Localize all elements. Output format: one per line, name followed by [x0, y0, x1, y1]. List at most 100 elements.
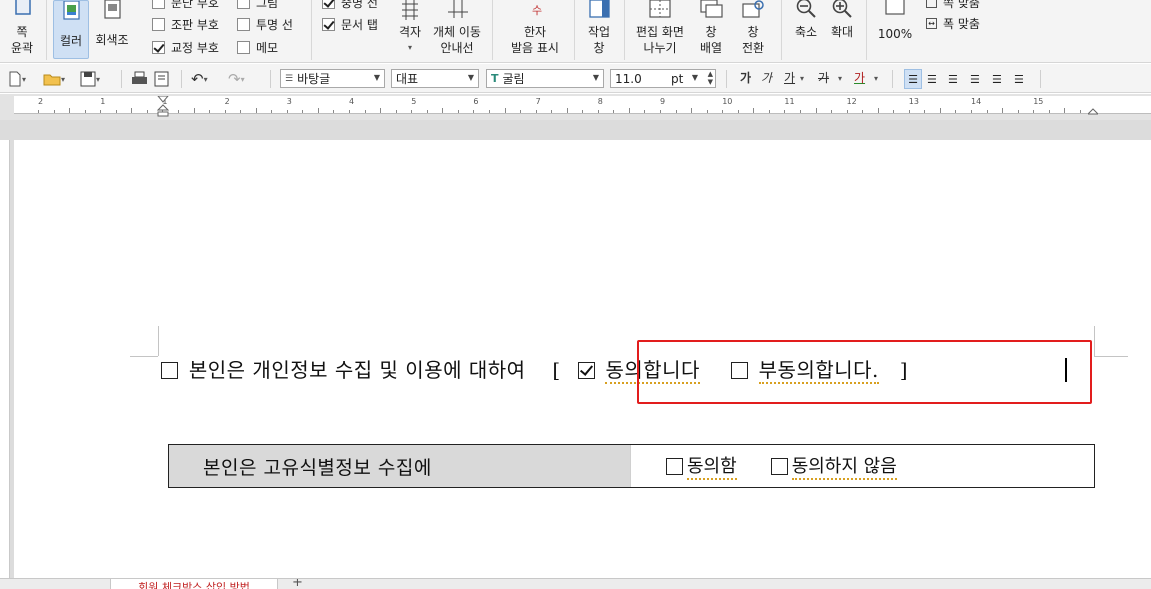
- zoom-out-button[interactable]: 축소: [790, 0, 822, 59]
- window-switch-button[interactable]: 창 전환: [735, 0, 771, 59]
- outline-view-label-1: 쪽: [16, 25, 28, 39]
- check-label: 조판 부호: [171, 17, 219, 32]
- align-right-icon: ☰: [970, 72, 980, 86]
- chevron-down-icon[interactable]: ▾: [838, 74, 842, 83]
- print-button[interactable]: [131, 69, 148, 89]
- fit-width-button[interactable]: ↔ 폭 맞춤: [926, 15, 980, 31]
- consent-checkbox[interactable]: [161, 362, 178, 379]
- hanja-pronunciation-button[interactable]: 수 한자 발음 표시: [504, 0, 566, 59]
- checkbox[interactable]: [152, 17, 165, 31]
- ruler-number: 7: [535, 97, 541, 106]
- split-distribute-button[interactable]: ☰: [1014, 69, 1024, 89]
- ruler-tick: [737, 110, 739, 113]
- underline-button[interactable]: 가: [784, 69, 795, 86]
- agree-checkbox-checked[interactable]: [577, 362, 595, 379]
- right-indent-marker-icon[interactable]: [1088, 106, 1098, 116]
- ruler-tick: [597, 110, 599, 113]
- table-option-cell[interactable]: 동의함 동의하지 않음: [631, 445, 1094, 487]
- zoom-100-button[interactable]: 100%: [874, 0, 916, 59]
- ruler-tick: [38, 110, 39, 113]
- align-right-button[interactable]: ☰: [970, 69, 980, 89]
- check-picture[interactable]: 그림: [237, 0, 278, 10]
- chevron-down-icon: ▼: [592, 73, 599, 82]
- ruler-tick: [271, 110, 273, 113]
- checkbox-checked[interactable]: [322, 17, 335, 31]
- checkbox[interactable]: [237, 40, 250, 54]
- split-distribute-icon: ☰: [1014, 72, 1024, 86]
- window-arrange-button[interactable]: 창 배열: [694, 0, 728, 59]
- ruler-tick: [69, 108, 71, 113]
- open-document-button[interactable]: ▾: [43, 69, 65, 89]
- checkbox[interactable]: [152, 0, 165, 9]
- check-memo[interactable]: 메모: [237, 39, 278, 55]
- redo-button[interactable]: ↷ ▾: [228, 69, 245, 89]
- color-view-button[interactable]: 컬러: [53, 0, 89, 59]
- ruler-tick: [255, 108, 257, 113]
- split-view-label-1: 편집 화면: [636, 25, 684, 39]
- check-doc-tab[interactable]: 문서 탭: [322, 16, 378, 32]
- table-disagree-label: 동의하지 않음: [791, 452, 897, 480]
- align-center-button[interactable]: ☰: [948, 69, 958, 89]
- font-size-value: 11.0: [615, 71, 642, 86]
- table-agree-label: 동의함: [687, 452, 737, 480]
- chevron-down-icon: ▾: [22, 74, 27, 84]
- ruler-tick: [831, 110, 833, 113]
- new-document-button[interactable]: ▾: [8, 69, 26, 89]
- ruler-tick: [722, 110, 724, 113]
- grayscale-view-label: 회색조: [95, 33, 129, 47]
- document-tab[interactable]: 회원 체크박스 삽입 방법: [110, 579, 278, 589]
- ruler-tick: [100, 110, 102, 113]
- style-select[interactable]: ☰ 바탕글 ▼: [280, 69, 385, 88]
- chevron-down-icon[interactable]: ▾: [874, 74, 878, 83]
- check-transparent-line[interactable]: 투명 선: [237, 16, 293, 32]
- language-value: 대표: [396, 72, 419, 86]
- font-color-button[interactable]: 가: [854, 69, 865, 86]
- check-paragraph-mark[interactable]: 문단 부호: [152, 0, 219, 10]
- grayscale-view-button[interactable]: 회색조: [92, 0, 132, 59]
- table-agree-checkbox[interactable]: [666, 457, 683, 475]
- ruler-tick: [302, 110, 304, 113]
- vertical-ruler[interactable]: [0, 140, 10, 578]
- task-pane-button[interactable]: 작업 창: [581, 0, 617, 59]
- outline-view-button[interactable]: 쪽 윤곽: [0, 0, 44, 60]
- undo-button[interactable]: ↶ ▾: [191, 69, 208, 89]
- ruler-tick: [426, 110, 428, 113]
- language-select[interactable]: 대표 ▼: [391, 69, 479, 88]
- align-left-button[interactable]: ☰: [927, 69, 937, 89]
- grid-button[interactable]: 격자 ▾: [392, 0, 428, 59]
- window-arrange-icon: [700, 0, 723, 18]
- object-guide-button[interactable]: 개체 이동 안내선: [430, 0, 484, 59]
- stepper-icon[interactable]: ▲ ▼: [708, 70, 713, 86]
- zoom-in-button[interactable]: 확대: [826, 0, 858, 59]
- distribute-button[interactable]: ☰: [992, 69, 1002, 89]
- indent-marker-icon[interactable]: [157, 96, 169, 118]
- check-proof-mark[interactable]: 교정 부호: [152, 39, 219, 55]
- save-icon: [80, 71, 96, 87]
- toolbar-divider: [270, 70, 271, 88]
- table-disagree-checkbox[interactable]: [770, 457, 788, 475]
- margin-corner-mark: [130, 356, 158, 357]
- checkbox-checked[interactable]: [322, 0, 335, 9]
- check-guideline[interactable]: 중명 선: [322, 0, 378, 10]
- folder-icon: [43, 74, 61, 86]
- split-view-button[interactable]: 편집 화면 나누기: [632, 0, 688, 59]
- table-label-cell[interactable]: 본인은 고유식별정보 수집에: [169, 445, 631, 487]
- checkbox[interactable]: [237, 17, 250, 31]
- align-justify-button[interactable]: ☰: [904, 69, 922, 89]
- checkbox[interactable]: [237, 0, 250, 9]
- check-layout-mark[interactable]: 조판 부호: [152, 16, 219, 32]
- checkbox-checked[interactable]: [152, 40, 165, 54]
- fit-page-button[interactable]: 쪽 맞춤: [926, 0, 980, 10]
- font-select[interactable]: T 굴림 ▼: [486, 69, 604, 88]
- save-button[interactable]: ▾: [80, 69, 100, 89]
- ruler-tick: [971, 110, 972, 113]
- horizontal-ruler[interactable]: 2 1 1 2 3 4 5 6 7 8 9 10 11 12 13 14 15: [14, 96, 1151, 114]
- preview-button[interactable]: [154, 69, 169, 89]
- chevron-down-icon[interactable]: ▾: [800, 74, 804, 83]
- ruler-number: 2: [224, 97, 230, 106]
- add-tab-icon[interactable]: +: [292, 579, 303, 589]
- bold-button[interactable]: 가: [740, 69, 751, 86]
- font-size-input[interactable]: 11.0 pt ▼ ▲ ▼: [610, 69, 716, 88]
- strikethrough-button[interactable]: 가: [818, 69, 829, 86]
- italic-button[interactable]: 가: [761, 69, 772, 86]
